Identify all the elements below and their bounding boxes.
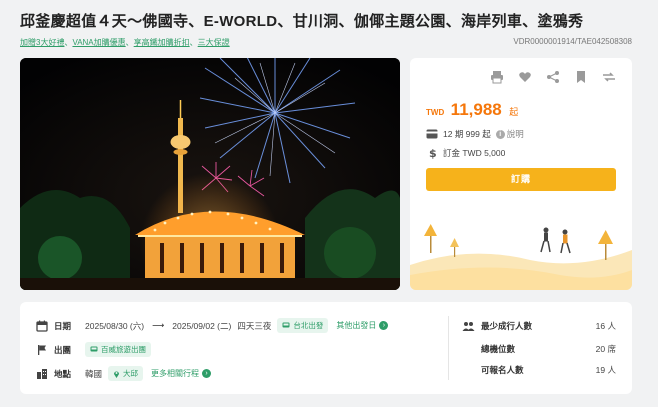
compare-icon[interactable] <box>602 70 616 84</box>
currency-label: TWD <box>426 108 445 117</box>
more-trips-link[interactable]: 更多相關行程 › <box>151 368 212 379</box>
stat-label: 總機位數 <box>481 344 516 354</box>
autumn-illustration <box>410 224 632 290</box>
promo-link-vana[interactable]: VANA加購優惠 <box>72 38 125 47</box>
date-start: 2025/08/30 (六) <box>85 320 145 331</box>
tour-operator-tag: 百威旅遊出團 <box>85 342 152 357</box>
stat-value: 16 人 <box>595 321 616 331</box>
bus-icon <box>90 346 98 352</box>
night-tower-fireworks-carousel-photo <box>20 58 400 290</box>
date-arrow: ⟶ <box>152 320 165 330</box>
bookmark-icon[interactable] <box>574 70 588 84</box>
page-title: 邱釜慶超值４天～佛國寺、E-WORLD、甘川洞、伽倻主題公園、海岸列車、塗鴉秀 <box>20 13 584 30</box>
country-value: 韓國 <box>85 368 103 379</box>
date-label: 日期 <box>54 320 72 331</box>
promo-links: 加贈3大好禮、VANA加購優惠、享高鐵加購折扣、三大保證 <box>20 38 230 47</box>
installment-help-link[interactable]: i 說明 <box>495 128 524 140</box>
date-row: 日期 2025/08/30 (六) ⟶ 2025/09/02 (二) 四天三夜 … <box>36 318 389 333</box>
duration: 四天三夜 <box>237 320 272 331</box>
calendar-icon <box>36 320 48 332</box>
tour-label: 出團 <box>54 344 72 355</box>
hero-image[interactable] <box>20 58 400 290</box>
action-icons <box>490 70 616 84</box>
date-end: 2025/09/02 (二) <box>172 320 232 331</box>
stat-value: 19 人 <box>595 365 616 375</box>
stat-value: 20 席 <box>595 344 616 354</box>
installment-row: 12 期 999 起 i 說明 <box>426 128 524 140</box>
share-icon[interactable] <box>546 70 560 84</box>
promo-link-gifts[interactable]: 加贈3大好禮 <box>20 38 64 47</box>
departure-tag: 台北出發 <box>277 318 329 333</box>
bus-icon <box>282 322 290 328</box>
promo-link-hsr[interactable]: 享高鐵加購折扣 <box>134 38 190 47</box>
price-suffix: 起 <box>509 107 519 117</box>
svg-text:$: $ <box>429 147 437 159</box>
stat-min-group: 最少成行人數 16 人 <box>462 320 616 332</box>
stat-available: 可報名人數 19 人 <box>462 364 616 376</box>
deposit-text: 訂金 TWD 5,000 <box>443 148 506 158</box>
people-icon <box>462 322 475 331</box>
promo-link-guarantee[interactable]: 三大保證 <box>198 38 230 47</box>
buildings-icon <box>37 368 47 379</box>
arrow-right-icon: › <box>202 369 212 378</box>
stat-label: 可報名人數 <box>481 365 524 375</box>
divider <box>448 316 449 380</box>
installment-text: 12 期 999 起 <box>443 129 491 139</box>
price-row: TWD 11,988 起 <box>426 100 518 120</box>
location-pin-icon <box>114 371 120 378</box>
heart-icon[interactable] <box>518 70 532 84</box>
price-value: 11,988 <box>450 100 502 119</box>
deposit-row: $ 訂金 TWD 5,000 <box>426 147 505 159</box>
place-row: 地點 韓國 大邱 更多相關行程 › <box>36 366 212 381</box>
credit-card-icon <box>426 129 438 139</box>
product-codes: VDR0000001914/TAE042508308 <box>513 37 632 46</box>
place-label: 地點 <box>54 368 72 379</box>
info-icon: i <box>495 129 505 139</box>
stat-label: 最少成行人數 <box>481 321 533 331</box>
other-departure-link[interactable]: 其他出發日 › <box>336 320 389 331</box>
dollar-icon: $ <box>429 147 437 159</box>
city-tag: 大邱 <box>108 366 144 381</box>
price-card: TWD 11,988 起 12 期 999 起 i 說明 $ 訂金 TWD 5,… <box>410 58 632 290</box>
flag-icon <box>38 344 46 355</box>
tour-info-card: 日期 2025/08/30 (六) ⟶ 2025/09/02 (二) 四天三夜 … <box>20 302 632 394</box>
arrow-right-icon: › <box>379 321 389 330</box>
buy-button[interactable]: 訂購 <box>426 168 616 191</box>
stat-total-seats: 總機位數 20 席 <box>462 343 616 355</box>
tour-row: 出團 百威旅遊出團 <box>36 342 152 357</box>
print-icon[interactable] <box>490 70 504 84</box>
